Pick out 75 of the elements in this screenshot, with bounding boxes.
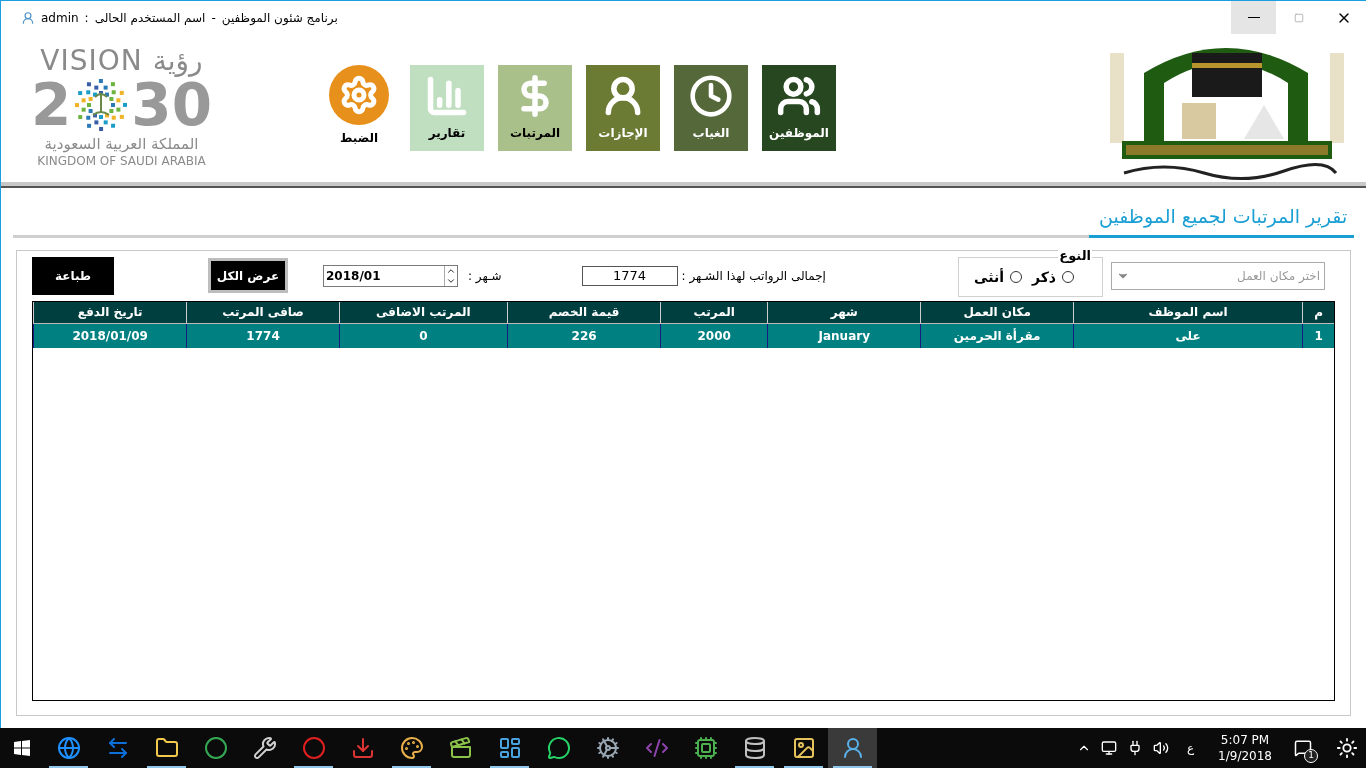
column-header[interactable]: اسم الموظف <box>1072 301 1303 323</box>
dashboard-icon <box>497 736 522 760</box>
browser-icon <box>203 736 228 760</box>
palette-icon <box>399 736 424 760</box>
gear-icon <box>339 75 379 115</box>
clock[interactable]: 5:07 PM 1/9/2018 <box>1212 732 1278 764</box>
chart-icon <box>425 74 469 118</box>
nav-tile[interactable]: تقارير <box>410 65 484 151</box>
download-icon <box>350 736 375 760</box>
nav-button[interactable]: الضبط <box>322 65 396 151</box>
notification-count: 1 <box>1304 749 1318 763</box>
gender-radio[interactable]: أنثى <box>974 266 1022 288</box>
window-title: - <box>211 9 216 27</box>
logo-text: VISION <box>40 47 143 76</box>
globe-icon <box>56 736 81 760</box>
column-header[interactable]: قيمة الخصم <box>506 301 661 323</box>
code-icon <box>644 736 669 760</box>
chat-icon <box>546 736 571 760</box>
show-all-button[interactable]: عرض الكل <box>208 258 288 293</box>
month-label: شـهر : <box>468 267 502 285</box>
nav-tile[interactable]: المرتبات <box>498 65 572 151</box>
column-header[interactable]: المرتب الاضافى <box>338 301 507 323</box>
people-icon <box>777 74 821 118</box>
logo-text: رؤية <box>152 47 203 76</box>
table-cell: January <box>767 323 921 348</box>
logo-text: المملكة العربية السعودية <box>44 135 199 154</box>
column-header[interactable]: مكان العمل <box>920 301 1073 323</box>
window-title: اسم المستخدم الحالى <box>94 9 206 27</box>
total-label: إجمالى الرواتب لهذا الشـهر : <box>681 267 826 285</box>
image-icon <box>791 736 816 760</box>
volume-icon[interactable] <box>1152 740 1169 756</box>
table-cell: مقرأة الحرمين <box>920 323 1073 348</box>
window-title: برنامج شئون الموظفين <box>221 9 338 27</box>
logo-text: 30 <box>131 76 213 135</box>
month-spinner[interactable]: 2018/01 <box>323 264 458 287</box>
network-icon[interactable] <box>1100 740 1117 756</box>
nav-tile[interactable]: الموظفين <box>762 65 836 151</box>
maximize-icon <box>1293 12 1304 23</box>
windows-icon <box>14 740 30 756</box>
table-cell: 2000 <box>660 323 768 348</box>
logo-text: KINGDOM OF SAUDI ARABIA <box>37 153 206 169</box>
column-header[interactable]: صافى المرتب <box>186 301 339 323</box>
page-title: تقرير المرتبات لجميع الموظفين <box>1089 202 1354 238</box>
folder-icon <box>154 736 179 760</box>
ring-icon <box>301 736 326 760</box>
table-cell: 226 <box>506 323 661 348</box>
window-title: : <box>84 9 89 27</box>
total-field[interactable]: 1774 <box>581 265 678 286</box>
clock-icon <box>689 74 733 118</box>
table-cell: 2018/01/09 <box>33 323 187 348</box>
column-header[interactable]: تاريخ الدفع <box>33 301 187 323</box>
gender-radio[interactable]: ذكر <box>1031 266 1074 288</box>
sun-icon[interactable] <box>1336 737 1358 759</box>
gear-icon <box>595 736 620 760</box>
table-cell: 0 <box>338 323 507 348</box>
column-header[interactable]: م <box>1302 301 1334 323</box>
board-icon <box>693 736 718 760</box>
minimize-icon <box>1247 17 1260 18</box>
logo-text: 2 <box>30 76 72 135</box>
taskbar-app[interactable] <box>828 728 877 768</box>
column-header[interactable]: شهر <box>767 301 921 323</box>
table-cell: على <box>1072 323 1303 348</box>
print-button[interactable]: طباعة <box>32 256 114 295</box>
database-icon <box>742 736 767 760</box>
keyboard-language[interactable]: ع <box>1178 739 1203 757</box>
notifications-icon[interactable] <box>1294 739 1312 757</box>
table-cell: 1 <box>1302 323 1334 348</box>
window-title: admin <box>41 9 79 27</box>
tools-icon <box>252 736 277 760</box>
table-cell: 1774 <box>186 323 339 348</box>
column-header[interactable]: المرتب <box>660 301 768 323</box>
user-icon <box>21 10 35 25</box>
nav-tile[interactable]: الغياب <box>674 65 748 151</box>
clapperboard-icon <box>448 736 473 760</box>
nav-tile[interactable]: الإجازات <box>586 65 660 151</box>
